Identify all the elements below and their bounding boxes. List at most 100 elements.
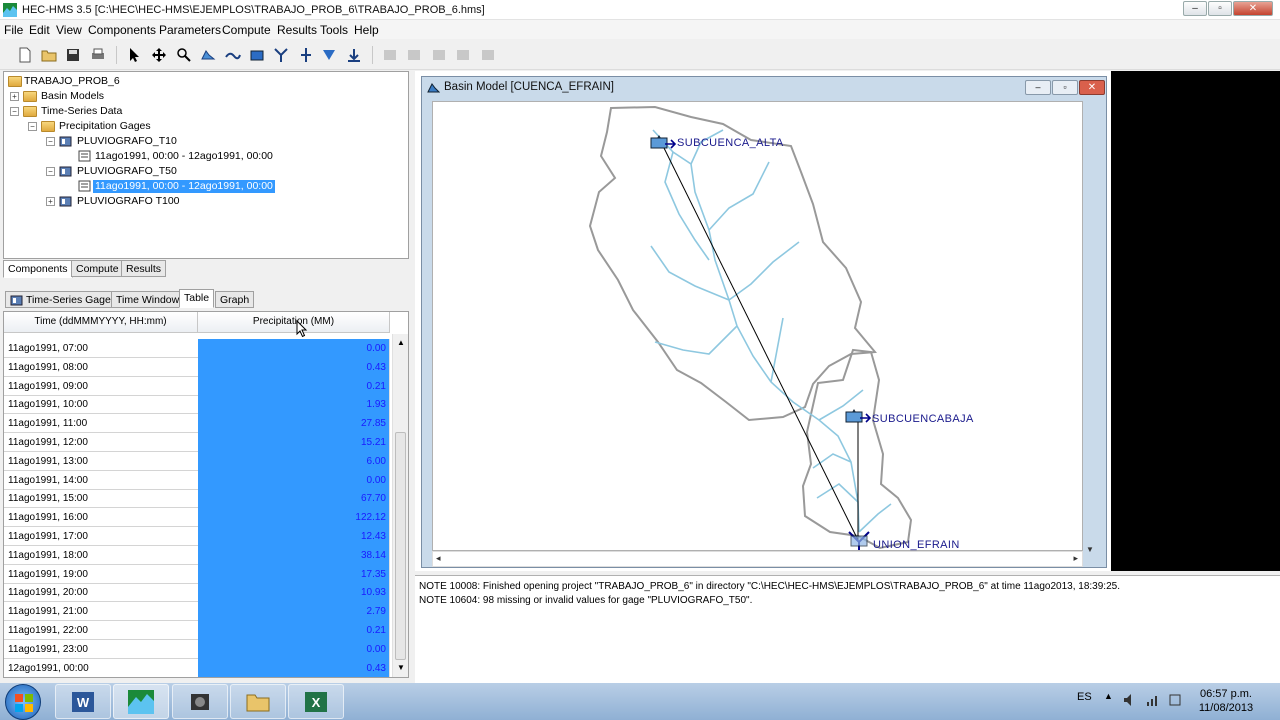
- cell-precipitation[interactable]: 0.21: [198, 376, 390, 396]
- arrow-pointer-icon[interactable]: [126, 47, 142, 63]
- pan-move-icon[interactable]: [151, 47, 167, 63]
- menu-compute[interactable]: Compute: [222, 23, 271, 37]
- table-row[interactable]: 11ago1991, 18:00 38.14: [4, 545, 390, 565]
- basin-maximize-button[interactable]: ▫: [1052, 80, 1078, 95]
- table-row[interactable]: 11ago1991, 21:00 2.79: [4, 602, 390, 622]
- tab-time-window[interactable]: Time Window: [111, 291, 185, 308]
- table-row[interactable]: 11ago1991, 08:00 0.43: [4, 357, 390, 377]
- table-row[interactable]: 11ago1991, 20:00 10.93: [4, 583, 390, 603]
- map-horizontal-scrollbar[interactable]: ◂ ▸: [432, 551, 1083, 567]
- scroll-down-icon[interactable]: ▼: [397, 663, 405, 672]
- save-icon[interactable]: [65, 47, 81, 63]
- taskbar-excel-button[interactable]: X: [288, 684, 344, 719]
- tab-components[interactable]: Components: [3, 260, 73, 278]
- source-tool-icon[interactable]: [321, 47, 337, 63]
- cell-precipitation[interactable]: 0.43: [198, 357, 390, 377]
- show-hidden-icons[interactable]: ▲: [1104, 691, 1113, 701]
- tab-compute[interactable]: Compute: [71, 260, 124, 277]
- column-header-precipitation[interactable]: Precipitation (MM): [198, 312, 390, 333]
- menu-tools[interactable]: Tools: [320, 23, 348, 37]
- subbasin-alta-boundary[interactable]: [588, 105, 877, 422]
- menu-file[interactable]: File: [4, 23, 23, 37]
- system-clock[interactable]: 06:57 p.m. 11/08/2013: [1186, 687, 1266, 715]
- taskbar-word-button[interactable]: W: [55, 684, 111, 719]
- new-file-icon[interactable]: [17, 47, 33, 63]
- table-vertical-scrollbar[interactable]: ▲ ▼: [392, 334, 408, 677]
- map-scroll-down-icon[interactable]: ▼: [1086, 545, 1094, 554]
- cell-precipitation[interactable]: 10.93: [198, 583, 390, 603]
- minimize-button[interactable]: –: [1183, 1, 1207, 16]
- compute-disabled-icon[interactable]: [382, 47, 398, 63]
- table-row[interactable]: 11ago1991, 23:00 0.00: [4, 639, 390, 659]
- tree-gage-t10[interactable]: PLUVIOGRAFO_T10: [77, 135, 177, 148]
- subbasin-alta-element-icon[interactable]: [650, 135, 677, 149]
- maximize-button[interactable]: ▫: [1208, 1, 1232, 16]
- table-row[interactable]: 11ago1991, 16:00 122.12: [4, 508, 390, 528]
- table-row[interactable]: 11ago1991, 11:00 27.85: [4, 414, 390, 434]
- cell-precipitation[interactable]: 0.00: [198, 339, 390, 358]
- tree-gage-t50[interactable]: PLUVIOGRAFO_T50: [77, 165, 177, 178]
- tree-gage-t100[interactable]: PLUVIOGRAFO T100: [77, 195, 180, 208]
- table-row[interactable]: 11ago1991, 22:00 0.21: [4, 621, 390, 640]
- basin-close-button[interactable]: ✕: [1079, 80, 1105, 95]
- table-row[interactable]: 11ago1991, 17:00 12.43: [4, 527, 390, 546]
- tree-gage-t50-window-selected[interactable]: 11ago1991, 00:00 - 12ago1991, 00:00: [93, 180, 275, 193]
- table-row[interactable]: 11ago1991, 14:00 0.00: [4, 470, 390, 490]
- tab-table[interactable]: Table: [179, 289, 215, 308]
- collapse-icon[interactable]: −: [46, 137, 55, 146]
- collapse-icon[interactable]: −: [46, 167, 55, 176]
- action-center-icon[interactable]: [1168, 693, 1182, 707]
- cell-precipitation[interactable]: 15.21: [198, 433, 390, 452]
- cell-precipitation[interactable]: 0.21: [198, 621, 390, 640]
- cell-precipitation[interactable]: 27.85: [198, 414, 390, 434]
- scroll-up-icon[interactable]: ▲: [397, 338, 405, 347]
- menu-view[interactable]: View: [56, 23, 82, 37]
- tree-precipitation-gages[interactable]: Precipitation Gages: [59, 120, 151, 133]
- expand-icon[interactable]: +: [10, 92, 19, 101]
- subbasin-baja-element-icon[interactable]: [845, 409, 872, 423]
- column-header-time[interactable]: Time (ddMMMYYYY, HH:mm): [4, 312, 198, 333]
- scroll-thumb[interactable]: [395, 432, 406, 660]
- map-scroll-right-icon[interactable]: ▸: [1073, 553, 1078, 564]
- menu-help[interactable]: Help: [354, 23, 379, 37]
- table-row[interactable]: 11ago1991, 12:00 15.21: [4, 433, 390, 452]
- table-row[interactable]: 11ago1991, 07:00 0.00: [4, 339, 390, 358]
- table-row[interactable]: 11ago1991, 09:00 0.21: [4, 376, 390, 396]
- tab-graph[interactable]: Graph: [215, 291, 255, 308]
- tab-results[interactable]: Results: [121, 260, 167, 277]
- reservoir-tool-icon[interactable]: [249, 47, 265, 63]
- cell-precipitation[interactable]: 0.43: [198, 658, 390, 677]
- junction-tool-icon[interactable]: [273, 47, 289, 63]
- sink-tool-icon[interactable]: [346, 47, 362, 63]
- menu-edit[interactable]: Edit: [29, 23, 50, 37]
- map-vertical-scrollbar[interactable]: ▼: [1084, 103, 1098, 554]
- cell-precipitation[interactable]: 0.00: [198, 639, 390, 659]
- close-button[interactable]: ✕: [1233, 1, 1273, 16]
- basin-minimize-button[interactable]: –: [1025, 80, 1051, 95]
- summary-table-disabled-icon[interactable]: [455, 47, 471, 63]
- subbasin-baja-boundary[interactable]: [801, 348, 913, 550]
- junction-element-icon[interactable]: [848, 531, 870, 550]
- open-folder-icon[interactable]: [41, 47, 57, 63]
- subbasin-tool-icon[interactable]: [200, 47, 216, 63]
- language-indicator[interactable]: ES: [1077, 691, 1092, 703]
- taskbar-explorer-button[interactable]: [230, 684, 286, 719]
- diversion-tool-icon[interactable]: [298, 47, 314, 63]
- time-series-table-disabled-icon[interactable]: [480, 47, 496, 63]
- table-row[interactable]: 11ago1991, 10:00 1.93: [4, 395, 390, 415]
- table-row[interactable]: 11ago1991, 13:00 6.00: [4, 451, 390, 471]
- graph-disabled-icon[interactable]: [431, 47, 447, 63]
- cell-precipitation[interactable]: 122.12: [198, 508, 390, 528]
- tree-time-series-data[interactable]: Time-Series Data: [41, 105, 122, 118]
- taskbar-hec-hms-button[interactable]: [113, 684, 169, 719]
- tree-project-root[interactable]: TRABAJO_PROB_6: [24, 75, 120, 88]
- cell-precipitation[interactable]: 67.70: [198, 489, 390, 509]
- volume-icon[interactable]: [1123, 693, 1137, 707]
- tree-gage-t10-window[interactable]: 11ago1991, 00:00 - 12ago1991, 00:00: [95, 150, 273, 163]
- reach-tool-icon[interactable]: [225, 47, 241, 63]
- table-row[interactable]: 11ago1991, 19:00 17.35: [4, 564, 390, 584]
- collapse-icon[interactable]: −: [28, 122, 37, 131]
- cell-precipitation[interactable]: 1.93: [198, 395, 390, 415]
- windows-start-button[interactable]: [5, 684, 41, 720]
- menu-results[interactable]: Results: [277, 23, 317, 37]
